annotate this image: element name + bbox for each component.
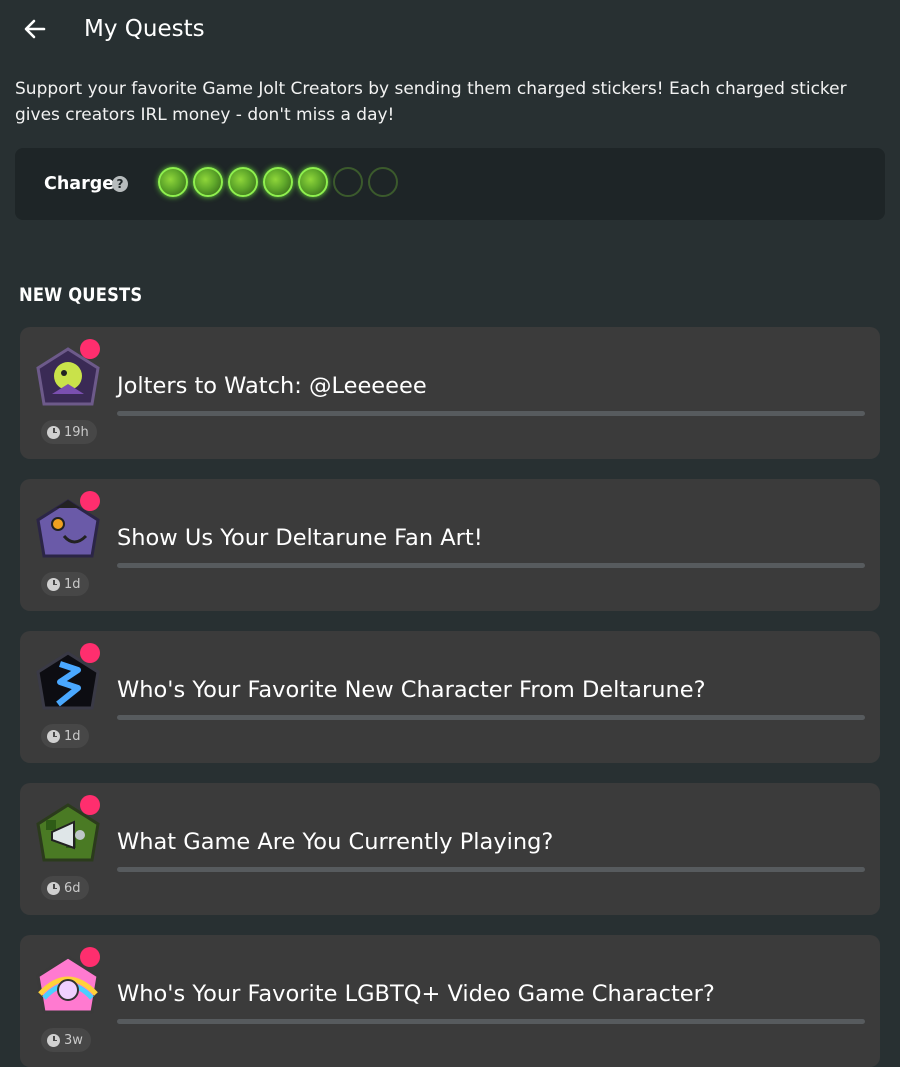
quest-title: Who's Your Favorite New Character From D… [117, 677, 706, 703]
new-indicator-dot [80, 643, 100, 663]
time-remaining-badge: 19h [41, 420, 97, 444]
quest-card[interactable]: 1d Show Us Your Deltarune Fan Art! [20, 479, 880, 611]
time-remaining: 3w [64, 1032, 83, 1048]
help-icon[interactable]: ? [112, 176, 128, 192]
charge-orb-filled [193, 167, 223, 197]
back-button[interactable] [20, 14, 50, 44]
charge-label: Charge [44, 174, 115, 194]
clock-icon [47, 1033, 60, 1047]
time-remaining-badge: 1d [41, 724, 89, 748]
quests-description: Support your favorite Game Jolt Creators… [15, 79, 847, 125]
charge-orb-empty [368, 167, 398, 197]
new-indicator-dot [80, 795, 100, 815]
quest-progress-bar [117, 411, 865, 416]
new-indicator-dot [80, 947, 100, 967]
quest-progress-bar [117, 867, 865, 872]
quest-title: What Game Are You Currently Playing? [117, 829, 554, 855]
charge-orbs [158, 167, 398, 201]
quest-title: Jolters to Watch: @Leeeeee [117, 373, 427, 399]
charge-orb-filled [263, 167, 293, 197]
quest-card[interactable]: 1d Who's Your Favorite New Character From… [20, 631, 880, 763]
quest-progress-bar [117, 563, 865, 568]
clock-icon [47, 729, 60, 743]
clock-icon [47, 425, 60, 439]
quest-title: Who's Your Favorite LGBTQ+ Video Game Ch… [117, 981, 715, 1007]
charge-orb-filled [228, 167, 258, 197]
quest-card[interactable]: 3w Who's Your Favorite LGBTQ+ Video Game … [20, 935, 880, 1067]
clock-icon [47, 881, 60, 895]
time-remaining-badge: 6d [41, 876, 89, 900]
time-remaining-badge: 1d [41, 572, 89, 596]
charge-panel: Charge ? [15, 148, 885, 220]
clock-icon [47, 577, 60, 591]
time-remaining: 1d [64, 576, 81, 592]
new-indicator-dot [80, 339, 100, 359]
page-title: My Quests [84, 16, 205, 42]
time-remaining: 19h [64, 424, 89, 440]
quest-card[interactable]: 19h Jolters to Watch: @Leeeeee [20, 327, 880, 459]
quest-progress-bar [117, 1019, 865, 1024]
charge-orb-filled [158, 167, 188, 197]
quest-title: Show Us Your Deltarune Fan Art! [117, 525, 483, 551]
section-title: NEW QUESTS [19, 284, 143, 306]
arrow-left-icon [24, 19, 46, 39]
top-bar: My Quests [0, 0, 900, 60]
quest-card[interactable]: 6d What Game Are You Currently Playing? [20, 783, 880, 915]
new-indicator-dot [80, 491, 100, 511]
charge-orb-empty [333, 167, 363, 197]
charge-orb-filled [298, 167, 328, 197]
time-remaining: 6d [64, 880, 81, 896]
time-remaining-badge: 3w [41, 1028, 91, 1052]
time-remaining: 1d [64, 728, 81, 744]
quest-progress-bar [117, 715, 865, 720]
